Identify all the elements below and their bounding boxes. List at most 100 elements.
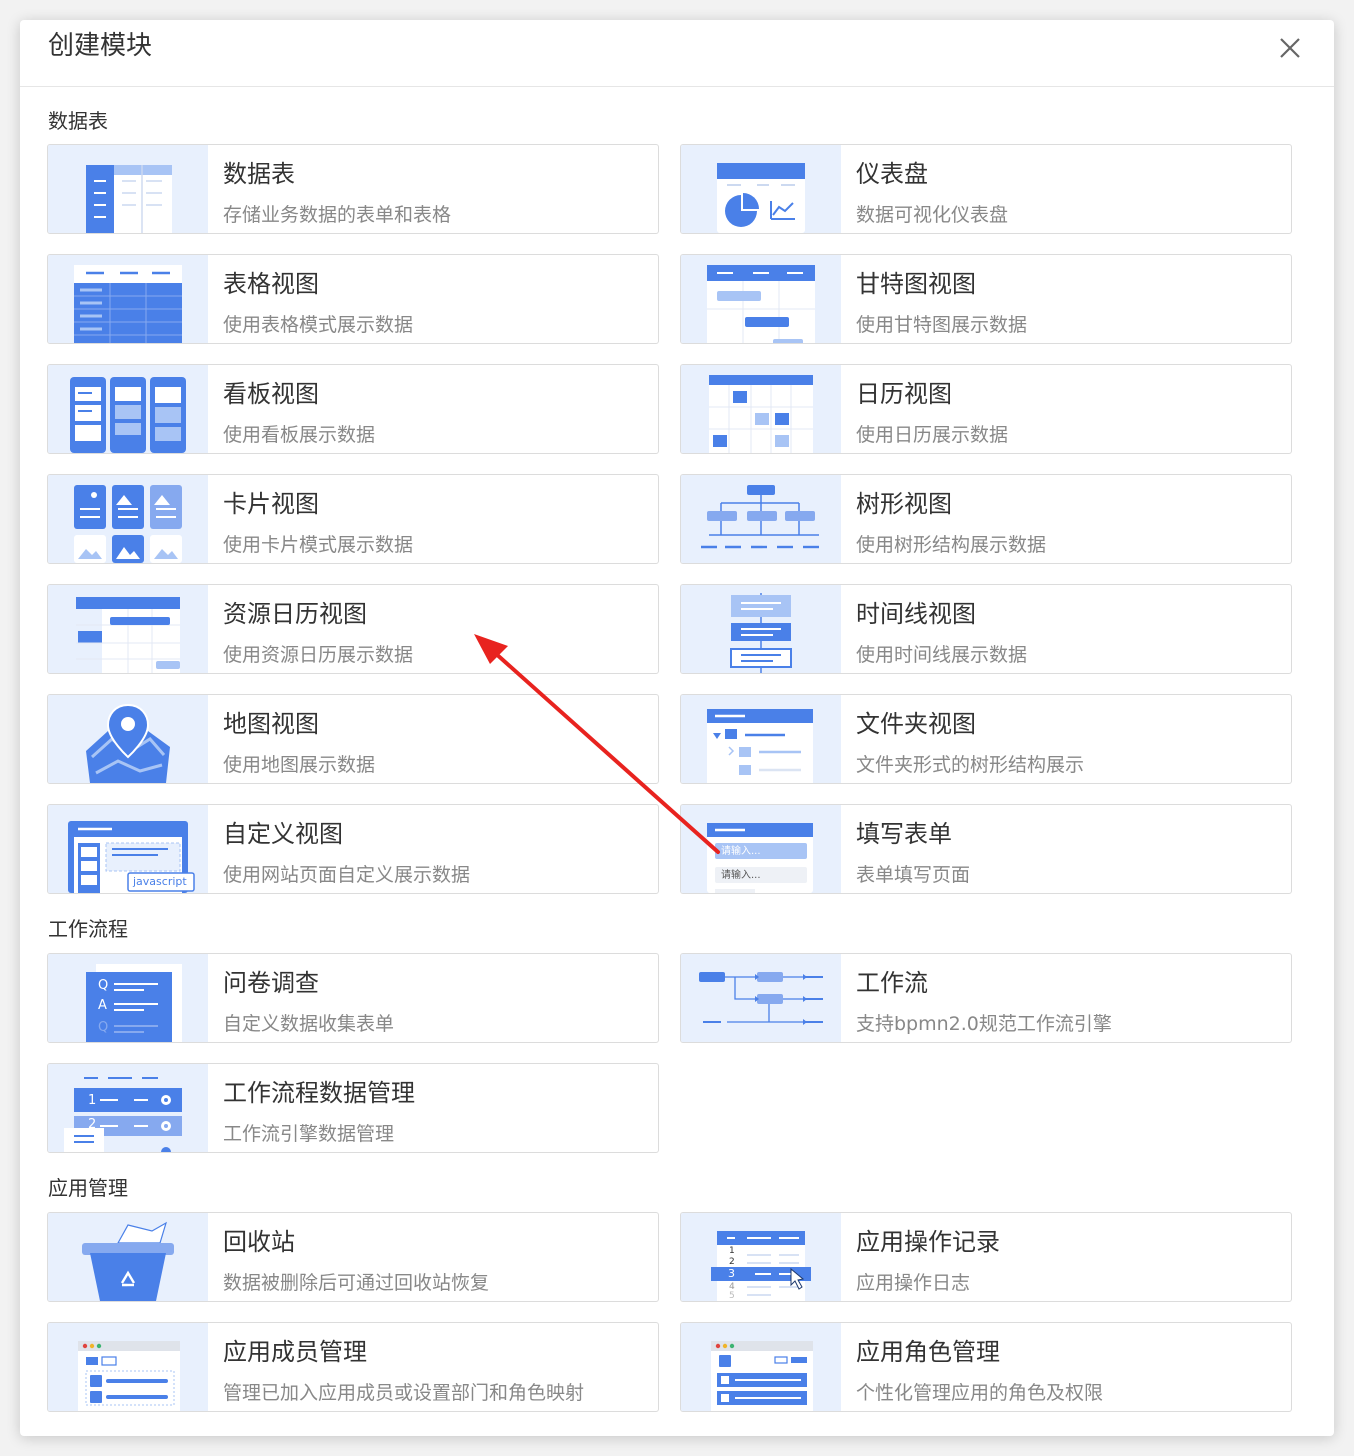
member-manage-icon bbox=[48, 1323, 208, 1411]
module-desc: 使用树形结构展示数据 bbox=[856, 534, 1047, 556]
module-name: 数据表 bbox=[223, 160, 295, 188]
form-input-placeholder: 请输入... bbox=[721, 846, 761, 857]
module-name: 甘特图视图 bbox=[856, 270, 976, 298]
module-name: 填写表单 bbox=[856, 820, 952, 848]
gantt-icon bbox=[681, 255, 841, 343]
module-card-timeline[interactable]: 时间线视图 使用时间线展示数据 bbox=[680, 584, 1292, 674]
grid-view-icon bbox=[48, 255, 208, 343]
operation-log-icon: 1 2 3 4 5 bbox=[681, 1213, 841, 1301]
kanban-icon bbox=[48, 365, 208, 453]
dashboard-icon bbox=[681, 145, 841, 233]
module-name: 资源日历视图 bbox=[223, 600, 367, 628]
module-desc: 使用日历展示数据 bbox=[856, 424, 1009, 446]
log-row-number: 5 bbox=[729, 1291, 735, 1301]
module-card-role-manage[interactable]: 应用角色管理 个性化管理应用的角色及权限 bbox=[680, 1322, 1292, 1412]
module-name: 自定义视图 bbox=[223, 820, 343, 848]
module-desc: 工作流引擎数据管理 bbox=[223, 1123, 395, 1145]
module-name: 树形视图 bbox=[856, 490, 952, 518]
card-view-icon bbox=[48, 475, 208, 563]
module-desc: 使用资源日历展示数据 bbox=[223, 644, 414, 666]
module-name: 卡片视图 bbox=[223, 490, 319, 518]
create-module-dialog: 创建模块 数据表 数据表 存储业务数据的表单和表格 仪表盘 数据可视化仪表盘 表… bbox=[20, 20, 1334, 1436]
survey-a-label: A bbox=[98, 998, 107, 1013]
role-manage-icon bbox=[681, 1323, 841, 1411]
module-name: 日历视图 bbox=[856, 380, 952, 408]
module-desc: 应用操作日志 bbox=[856, 1272, 971, 1294]
timeline-icon bbox=[681, 585, 841, 673]
module-desc: 存储业务数据的表单和表格 bbox=[223, 204, 452, 226]
workflow-icon bbox=[681, 954, 841, 1042]
dialog-title: 创建模块 bbox=[48, 31, 153, 61]
module-card-operation-log[interactable]: 1 2 3 4 5 应用操作记录 应用操作日志 bbox=[680, 1212, 1292, 1302]
module-card-custom-view[interactable]: javascript 自定义视图 使用网站页面自定义展示数据 bbox=[47, 804, 659, 894]
javascript-badge: javascript bbox=[133, 875, 187, 888]
survey-q-label: Q bbox=[98, 1020, 109, 1035]
module-card-dashboard[interactable]: 仪表盘 数据可视化仪表盘 bbox=[680, 144, 1292, 234]
module-card-form[interactable]: 请输入... 请输入... 填写表单 表单填写页面 bbox=[680, 804, 1292, 894]
section-title-workflow: 工作流程 bbox=[48, 917, 128, 941]
module-name: 回收站 bbox=[223, 1228, 295, 1256]
module-name: 看板视图 bbox=[223, 380, 319, 408]
module-desc: 使用表格模式展示数据 bbox=[223, 314, 414, 336]
module-name: 工作流 bbox=[856, 969, 928, 997]
map-icon bbox=[48, 695, 208, 783]
module-desc: 个性化管理应用的角色及权限 bbox=[856, 1382, 1104, 1404]
module-name: 仪表盘 bbox=[856, 160, 928, 188]
tree-icon bbox=[681, 475, 841, 563]
step-number-2: 2 bbox=[88, 1118, 97, 1128]
dialog-header: 创建模块 bbox=[20, 20, 1334, 87]
module-name: 时间线视图 bbox=[856, 600, 976, 628]
custom-view-icon: javascript bbox=[48, 805, 208, 893]
module-card-workflow-data[interactable]: 1 2 工作流程数据管理 工作流引擎数据管理 bbox=[47, 1063, 659, 1153]
module-card-tree[interactable]: 树形视图 使用树形结构展示数据 bbox=[680, 474, 1292, 564]
survey-q-label: Q bbox=[98, 978, 109, 993]
module-name: 文件夹视图 bbox=[856, 710, 976, 738]
form-input-placeholder: 请输入... bbox=[721, 870, 761, 881]
survey-icon: Q A Q bbox=[48, 954, 208, 1042]
section-title-app-manage: 应用管理 bbox=[48, 1176, 128, 1200]
module-card-workflow[interactable]: 工作流 支持bpmn2.0规范工作流引擎 bbox=[680, 953, 1292, 1043]
workflow-data-icon: 1 2 bbox=[48, 1064, 208, 1152]
module-desc: 支持bpmn2.0规范工作流引擎 bbox=[856, 1013, 1112, 1035]
module-desc: 数据可视化仪表盘 bbox=[856, 204, 1009, 226]
module-name: 应用操作记录 bbox=[856, 1228, 1000, 1256]
module-card-member-manage[interactable]: 应用成员管理 管理已加入应用成员或设置部门和角色映射 bbox=[47, 1322, 659, 1412]
module-card-resource-calendar[interactable]: 资源日历视图 使用资源日历展示数据 bbox=[47, 584, 659, 674]
module-card-recycle-bin[interactable]: 回收站 数据被删除后可通过回收站恢复 bbox=[47, 1212, 659, 1302]
log-row-number: 1 bbox=[729, 1246, 735, 1256]
module-card-card-view[interactable]: 卡片视图 使用卡片模式展示数据 bbox=[47, 474, 659, 564]
folder-icon bbox=[681, 695, 841, 783]
module-name: 表格视图 bbox=[223, 270, 319, 298]
module-card-folder[interactable]: 文件夹视图 文件夹形式的树形结构展示 bbox=[680, 694, 1292, 784]
module-name: 地图视图 bbox=[223, 710, 319, 738]
module-name: 应用成员管理 bbox=[223, 1338, 367, 1366]
module-card-grid-view[interactable]: 表格视图 使用表格模式展示数据 bbox=[47, 254, 659, 344]
module-desc: 使用网站页面自定义展示数据 bbox=[223, 864, 471, 886]
module-card-kanban[interactable]: 看板视图 使用看板展示数据 bbox=[47, 364, 659, 454]
module-name: 应用角色管理 bbox=[856, 1338, 1000, 1366]
module-desc: 使用看板展示数据 bbox=[223, 424, 376, 446]
module-desc: 数据被删除后可通过回收站恢复 bbox=[223, 1272, 490, 1294]
module-card-gantt[interactable]: 甘特图视图 使用甘特图展示数据 bbox=[680, 254, 1292, 344]
module-desc: 使用时间线展示数据 bbox=[856, 644, 1028, 666]
section-title-data-table: 数据表 bbox=[48, 109, 108, 133]
data-table-icon bbox=[48, 145, 208, 233]
module-desc: 使用卡片模式展示数据 bbox=[223, 534, 414, 556]
recycle-bin-icon bbox=[48, 1213, 208, 1301]
module-desc: 文件夹形式的树形结构展示 bbox=[856, 754, 1085, 776]
module-desc: 自定义数据收集表单 bbox=[223, 1013, 395, 1035]
module-desc: 管理已加入应用成员或设置部门和角色映射 bbox=[223, 1382, 585, 1404]
module-card-calendar[interactable]: 日历视图 使用日历展示数据 bbox=[680, 364, 1292, 454]
close-icon[interactable] bbox=[1276, 34, 1304, 62]
module-desc: 表单填写页面 bbox=[856, 864, 971, 886]
calendar-icon bbox=[681, 365, 841, 453]
module-desc: 使用地图展示数据 bbox=[223, 754, 376, 776]
module-card-survey[interactable]: Q A Q 问卷调查 自定义数据收集表单 bbox=[47, 953, 659, 1043]
form-icon: 请输入... 请输入... bbox=[681, 805, 841, 893]
module-card-data-table[interactable]: 数据表 存储业务数据的表单和表格 bbox=[47, 144, 659, 234]
module-card-map[interactable]: 地图视图 使用地图展示数据 bbox=[47, 694, 659, 784]
resource-calendar-icon bbox=[48, 585, 208, 673]
step-number-1: 1 bbox=[88, 1093, 97, 1108]
log-row-number: 3 bbox=[728, 1267, 735, 1280]
module-desc: 使用甘特图展示数据 bbox=[856, 314, 1028, 336]
